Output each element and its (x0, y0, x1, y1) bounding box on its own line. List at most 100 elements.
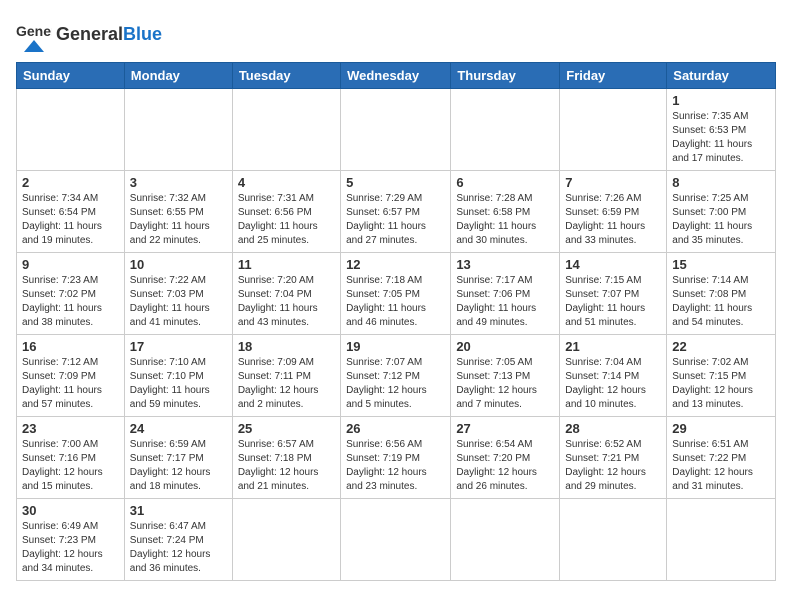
page-header: General GeneralBlue (16, 16, 776, 52)
weekday-header-tuesday: Tuesday (232, 63, 340, 89)
day-info: Sunrise: 7:10 AM Sunset: 7:10 PM Dayligh… (130, 356, 227, 412)
day-number: 19 (346, 339, 445, 354)
day-number: 7 (565, 175, 661, 190)
day-info: Sunrise: 7:05 AM Sunset: 7:13 PM Dayligh… (456, 356, 554, 412)
weekday-header-monday: Monday (124, 63, 232, 89)
day-number: 5 (346, 175, 445, 190)
day-number: 18 (238, 339, 335, 354)
day-number: 30 (22, 503, 119, 518)
calendar-cell: 21 Sunrise: 7:04 AM Sunset: 7:14 PM Dayli… (560, 335, 667, 417)
day-info: Sunrise: 6:52 AM Sunset: 7:21 PM Dayligh… (565, 438, 661, 494)
day-info: Sunrise: 7:23 AM Sunset: 7:02 PM Dayligh… (22, 274, 119, 330)
day-number: 2 (22, 175, 119, 190)
day-number: 8 (672, 175, 770, 190)
calendar-cell: 22 Sunrise: 7:02 AM Sunset: 7:15 PM Dayli… (667, 335, 776, 417)
day-number: 17 (130, 339, 227, 354)
calendar-week-row: 30 Sunrise: 6:49 AM Sunset: 7:23 PM Dayli… (17, 499, 776, 581)
calendar-cell: 10Sunrise: 7:22 AM Sunset: 7:03 PM Dayli… (124, 253, 232, 335)
day-number: 12 (346, 257, 445, 272)
day-number: 23 (22, 421, 119, 436)
day-number: 28 (565, 421, 661, 436)
calendar-cell: 4Sunrise: 7:31 AM Sunset: 6:56 PM Daylig… (232, 171, 340, 253)
calendar-cell: 15Sunrise: 7:14 AM Sunset: 7:08 PM Dayli… (667, 253, 776, 335)
calendar-cell: 27 Sunrise: 6:54 AM Sunset: 7:20 PM Dayli… (451, 417, 560, 499)
calendar-table: SundayMondayTuesdayWednesdayThursdayFrid… (16, 62, 776, 581)
calendar-cell: 30 Sunrise: 6:49 AM Sunset: 7:23 PM Dayli… (17, 499, 125, 581)
calendar-week-row: 16 Sunrise: 7:12 AM Sunset: 7:09 PM Dayli… (17, 335, 776, 417)
day-number: 9 (22, 257, 119, 272)
day-number: 1 (672, 93, 770, 108)
calendar-cell: 9 Sunrise: 7:23 AM Sunset: 7:02 PM Daylig… (17, 253, 125, 335)
calendar-week-row: 1Sunrise: 7:35 AM Sunset: 6:53 PM Daylig… (17, 89, 776, 171)
logo-text: GeneralBlue (56, 25, 162, 43)
weekday-header-wednesday: Wednesday (341, 63, 451, 89)
calendar-cell (560, 499, 667, 581)
day-info: Sunrise: 7:12 AM Sunset: 7:09 PM Dayligh… (22, 356, 119, 412)
day-number: 16 (22, 339, 119, 354)
day-info: Sunrise: 7:00 AM Sunset: 7:16 PM Dayligh… (22, 438, 119, 494)
svg-text:General: General (16, 23, 52, 39)
calendar-cell: 12 Sunrise: 7:18 AM Sunset: 7:05 PM Dayli… (341, 253, 451, 335)
calendar-cell: 28 Sunrise: 6:52 AM Sunset: 7:21 PM Dayli… (560, 417, 667, 499)
day-info: Sunrise: 6:59 AM Sunset: 7:17 PM Dayligh… (130, 438, 227, 494)
day-info: Sunrise: 7:14 AM Sunset: 7:08 PM Dayligh… (672, 274, 770, 330)
day-info: Sunrise: 7:02 AM Sunset: 7:15 PM Dayligh… (672, 356, 770, 412)
calendar-cell: 5 Sunrise: 7:29 AM Sunset: 6:57 PM Daylig… (341, 171, 451, 253)
day-info: Sunrise: 6:54 AM Sunset: 7:20 PM Dayligh… (456, 438, 554, 494)
weekday-header-friday: Friday (560, 63, 667, 89)
day-info: Sunrise: 7:22 AM Sunset: 7:03 PM Dayligh… (130, 274, 227, 330)
calendar-cell: 1Sunrise: 7:35 AM Sunset: 6:53 PM Daylig… (667, 89, 776, 171)
calendar-cell: 18Sunrise: 7:09 AM Sunset: 7:11 PM Dayli… (232, 335, 340, 417)
weekday-header-saturday: Saturday (667, 63, 776, 89)
calendar-header-row: SundayMondayTuesdayWednesdayThursdayFrid… (17, 63, 776, 89)
day-info: Sunrise: 7:26 AM Sunset: 6:59 PM Dayligh… (565, 192, 661, 248)
day-number: 27 (456, 421, 554, 436)
day-info: Sunrise: 7:31 AM Sunset: 6:56 PM Dayligh… (238, 192, 335, 248)
calendar-cell: 2 Sunrise: 7:34 AM Sunset: 6:54 PM Daylig… (17, 171, 125, 253)
day-info: Sunrise: 6:49 AM Sunset: 7:23 PM Dayligh… (22, 520, 119, 576)
day-number: 3 (130, 175, 227, 190)
calendar-cell (124, 89, 232, 171)
day-info: Sunrise: 7:04 AM Sunset: 7:14 PM Dayligh… (565, 356, 661, 412)
day-number: 29 (672, 421, 770, 436)
calendar-cell: 20Sunrise: 7:05 AM Sunset: 7:13 PM Dayli… (451, 335, 560, 417)
day-info: Sunrise: 6:47 AM Sunset: 7:24 PM Dayligh… (130, 520, 227, 576)
day-info: Sunrise: 6:57 AM Sunset: 7:18 PM Dayligh… (238, 438, 335, 494)
calendar-cell: 16 Sunrise: 7:12 AM Sunset: 7:09 PM Dayli… (17, 335, 125, 417)
weekday-header-thursday: Thursday (451, 63, 560, 89)
logo-icon: General (16, 16, 52, 52)
calendar-cell: 26Sunrise: 6:56 AM Sunset: 7:19 PM Dayli… (341, 417, 451, 499)
calendar-cell: 23 Sunrise: 7:00 AM Sunset: 7:16 PM Dayli… (17, 417, 125, 499)
calendar-cell: 24 Sunrise: 6:59 AM Sunset: 7:17 PM Dayli… (124, 417, 232, 499)
calendar-cell (341, 89, 451, 171)
calendar-week-row: 9 Sunrise: 7:23 AM Sunset: 7:02 PM Daylig… (17, 253, 776, 335)
calendar-cell: 3 Sunrise: 7:32 AM Sunset: 6:55 PM Daylig… (124, 171, 232, 253)
day-info: Sunrise: 7:28 AM Sunset: 6:58 PM Dayligh… (456, 192, 554, 248)
calendar-cell (341, 499, 451, 581)
day-info: Sunrise: 7:18 AM Sunset: 7:05 PM Dayligh… (346, 274, 445, 330)
calendar-cell: 11 Sunrise: 7:20 AM Sunset: 7:04 PM Dayli… (232, 253, 340, 335)
day-info: Sunrise: 7:32 AM Sunset: 6:55 PM Dayligh… (130, 192, 227, 248)
day-number: 25 (238, 421, 335, 436)
calendar-cell: 29Sunrise: 6:51 AM Sunset: 7:22 PM Dayli… (667, 417, 776, 499)
day-info: Sunrise: 7:25 AM Sunset: 7:00 PM Dayligh… (672, 192, 770, 248)
calendar-cell (232, 89, 340, 171)
day-number: 31 (130, 503, 227, 518)
day-number: 24 (130, 421, 227, 436)
calendar-cell: 7 Sunrise: 7:26 AM Sunset: 6:59 PM Daylig… (560, 171, 667, 253)
calendar-cell: 14Sunrise: 7:15 AM Sunset: 7:07 PM Dayli… (560, 253, 667, 335)
calendar-cell (232, 499, 340, 581)
day-number: 22 (672, 339, 770, 354)
day-info: Sunrise: 7:07 AM Sunset: 7:12 PM Dayligh… (346, 356, 445, 412)
day-info: Sunrise: 7:34 AM Sunset: 6:54 PM Dayligh… (22, 192, 119, 248)
day-info: Sunrise: 7:17 AM Sunset: 7:06 PM Dayligh… (456, 274, 554, 330)
day-info: Sunrise: 7:20 AM Sunset: 7:04 PM Dayligh… (238, 274, 335, 330)
calendar-cell: 6 Sunrise: 7:28 AM Sunset: 6:58 PM Daylig… (451, 171, 560, 253)
day-number: 11 (238, 257, 335, 272)
calendar-cell (17, 89, 125, 171)
day-number: 6 (456, 175, 554, 190)
calendar-cell: 13Sunrise: 7:17 AM Sunset: 7:06 PM Dayli… (451, 253, 560, 335)
day-info: Sunrise: 7:29 AM Sunset: 6:57 PM Dayligh… (346, 192, 445, 248)
calendar-cell (667, 499, 776, 581)
day-number: 21 (565, 339, 661, 354)
